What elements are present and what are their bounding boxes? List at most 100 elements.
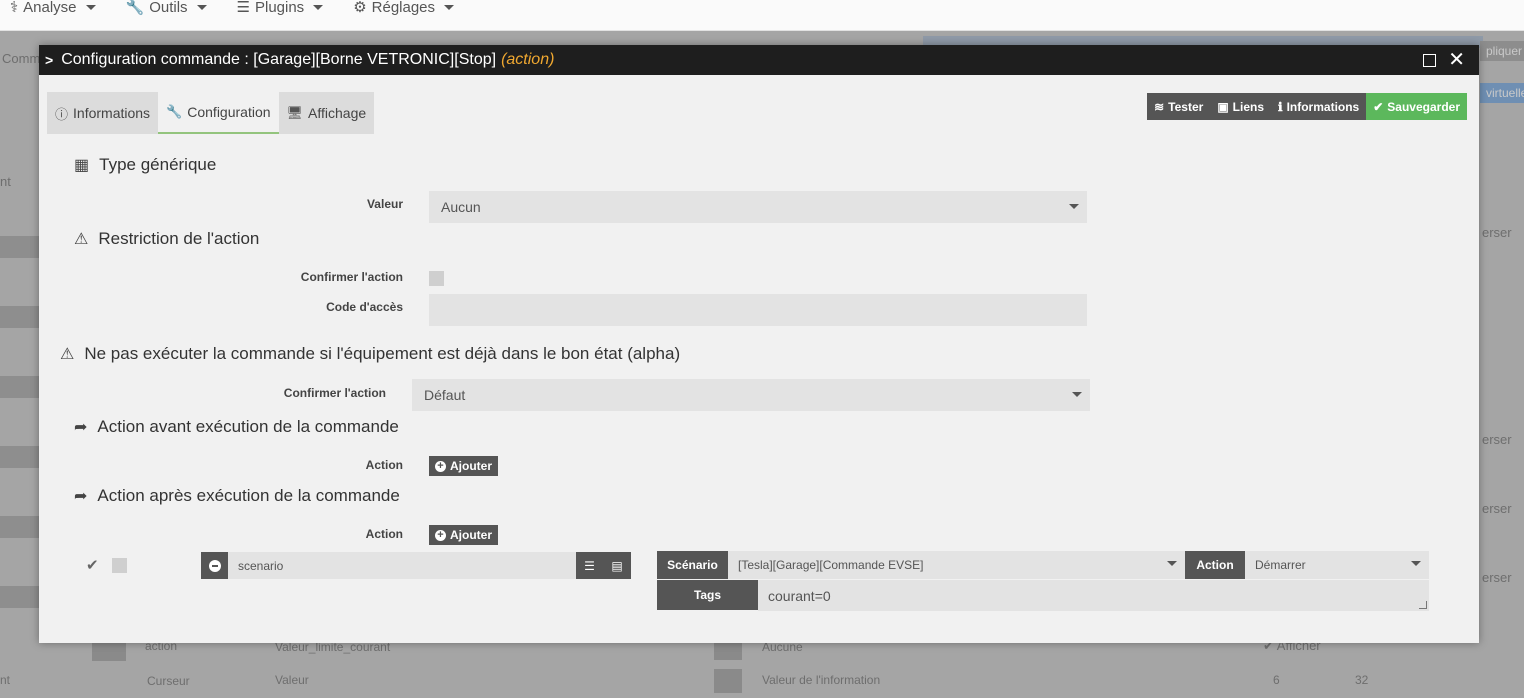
section-before-action: ➦ Action avant exécution de la commande: [74, 417, 399, 437]
bg-strip: [0, 306, 40, 328]
section-generic-type-title: Type générique: [99, 155, 217, 174]
maximize-icon[interactable]: [1423, 53, 1437, 67]
bg-text-erser: erser: [1482, 432, 1512, 447]
save-button[interactable]: ✔ Sauvegarder: [1366, 93, 1467, 120]
tab-informations-label: Informations: [73, 105, 151, 121]
bg-text-erser: erser: [1482, 570, 1512, 585]
action-command-input[interactable]: scenario: [228, 552, 576, 579]
bg-strip: [0, 236, 40, 258]
minus-circle-icon: [208, 559, 221, 572]
bg-row2-btn: [714, 669, 742, 693]
generic-type-value-label: Valeur: [366, 197, 403, 211]
rss-icon: ≋: [1154, 99, 1165, 114]
bg-row2-col5: 32: [1355, 673, 1369, 687]
bg-button-appliquer: pliquer: [1480, 41, 1524, 61]
check-circle-icon: ✔: [1373, 99, 1384, 114]
bg-button-virtuelle-label: virtuelle: [1486, 86, 1524, 100]
no-exec-select[interactable]: Défaut: [412, 379, 1090, 411]
bg-row2-col4: 6: [1273, 673, 1280, 687]
menu-reglages-label: Réglages: [371, 0, 436, 16]
tab-affichage[interactable]: 🖥 Affichage: [278, 92, 375, 134]
chevron-right-icon: >: [45, 52, 54, 68]
resize-handle-icon[interactable]: [1419, 601, 1427, 609]
list-select-button[interactable]: ☰: [576, 552, 603, 579]
section-before-action-title: Action avant exécution de la commande: [97, 417, 399, 436]
menu-outils[interactable]: 🔧 Outils: [125, 0, 207, 16]
menu-analyse[interactable]: ⚕ Analyse: [10, 0, 96, 16]
tasks-icon: ☰: [584, 558, 595, 573]
menu-plugins[interactable]: ☰ Plugins: [237, 0, 324, 16]
bg-text-erser: erser: [1482, 225, 1512, 240]
access-code-label: Code d'accès: [326, 300, 403, 314]
tab-configuration[interactable]: 🔧 Configuration: [158, 92, 279, 134]
scenario-select[interactable]: [Tesla][Garage][Commande EVSE]: [728, 551, 1185, 579]
chevron-down-icon: [196, 4, 207, 10]
bg-text-comm: Comm: [2, 51, 41, 66]
bg-button-virtuelle: virtuelle: [1480, 83, 1524, 103]
before-action-label: Action: [365, 458, 403, 472]
bg-strip: [0, 446, 40, 468]
restriction-confirm-label: Confirmer l'action: [300, 270, 403, 284]
tab-informations[interactable]: ⓘ Informations: [47, 92, 159, 134]
section-restriction: ⚠ Restriction de l'action: [74, 229, 259, 249]
plus-circle-icon: +: [435, 460, 446, 472]
building-icon: ▦: [74, 157, 90, 174]
restriction-confirm-checkbox[interactable]: [429, 271, 444, 286]
bg-row2-prefix: nt: [0, 673, 11, 687]
scenario-select-value: [Tesla][Garage][Commande EVSE]: [738, 558, 924, 572]
section-generic-type: ▦ Type générique: [74, 155, 216, 175]
action-command-value: scenario: [238, 558, 284, 573]
modal-title: Configuration commande : [Garage][Borne …: [61, 51, 497, 68]
tester-button[interactable]: ≋ Tester: [1147, 93, 1211, 120]
bg-button-appliquer-label: pliquer: [1486, 44, 1523, 58]
chevron-down-icon: [1411, 561, 1421, 566]
modal-title-tag: (action): [501, 51, 555, 68]
section-no-exec: ⚠ Ne pas exécuter la commande si l'équip…: [60, 344, 680, 364]
tags-value: courant=0: [768, 587, 831, 604]
command-select-button[interactable]: ▤: [603, 552, 631, 579]
generic-type-select[interactable]: Aucun: [429, 191, 1087, 223]
wrench-icon: 🔧: [125, 0, 145, 16]
warning-icon: ⚠: [74, 231, 89, 248]
parallel-checkbox[interactable]: [112, 558, 127, 573]
tags-textarea[interactable]: courant=0: [758, 580, 1429, 611]
scenario-label: Scénario: [657, 551, 728, 579]
informations-label: Informations: [1286, 99, 1360, 114]
stethoscope-icon: ⚕: [10, 0, 19, 16]
access-code-input[interactable]: [429, 294, 1087, 326]
close-icon[interactable]: ✕: [1448, 50, 1465, 70]
bg-strip: [0, 376, 40, 398]
info-icon: ℹ: [1278, 99, 1283, 114]
wrench-icon: 🔧: [166, 104, 183, 119]
bg-row2-col2: Valeur: [275, 673, 309, 687]
action-type-select[interactable]: Démarrer: [1245, 551, 1429, 579]
action-type-select-value: Démarrer: [1255, 558, 1306, 572]
liens-button[interactable]: ▣ Liens: [1210, 93, 1271, 120]
generic-type-select-value: Aucun: [441, 199, 481, 215]
plus-circle-icon: +: [435, 529, 446, 541]
section-no-exec-title: Ne pas exécuter la commande si l'équipem…: [84, 344, 681, 363]
after-action-add-button[interactable]: + Ajouter: [429, 525, 498, 545]
chevron-down-icon: [1069, 204, 1079, 209]
modal-titlebar[interactable]: > Configuration commande : [Garage][Born…: [39, 45, 1479, 75]
informations-button[interactable]: ℹ Informations: [1271, 93, 1367, 120]
chevron-down-icon: [1072, 392, 1082, 397]
tester-label: Tester: [1168, 99, 1204, 114]
modal-actions: ≋ Tester ▣ Liens ℹ Informations ✔ Sauveg…: [1147, 93, 1467, 120]
section-restriction-title: Restriction de l'action: [98, 229, 260, 248]
bg-row2-col1: Curseur: [147, 674, 190, 688]
bg-strip: [0, 516, 40, 538]
top-menubar: ⚕ Analyse 🔧 Outils ☰ Plugins ⚙ Réglages: [0, 0, 1524, 31]
before-action-add-button[interactable]: + Ajouter: [429, 456, 498, 476]
sign-out-icon: ➦: [74, 419, 88, 436]
menu-reglages[interactable]: ⚙ Réglages: [353, 0, 455, 16]
bg-text-nt: nt: [0, 174, 11, 189]
remove-action-button[interactable]: [201, 552, 228, 579]
enable-check-icon[interactable]: ✔: [86, 556, 99, 574]
menu-plugins-label: Plugins: [254, 0, 305, 16]
tags-label: Tags: [657, 580, 758, 610]
bg-strip: [0, 586, 40, 608]
bg-row2-col3: Valeur de l'information: [762, 673, 881, 687]
section-after-action: ➦ Action après exécution de la commande: [74, 486, 400, 506]
list-alt-icon: ▤: [611, 558, 623, 573]
